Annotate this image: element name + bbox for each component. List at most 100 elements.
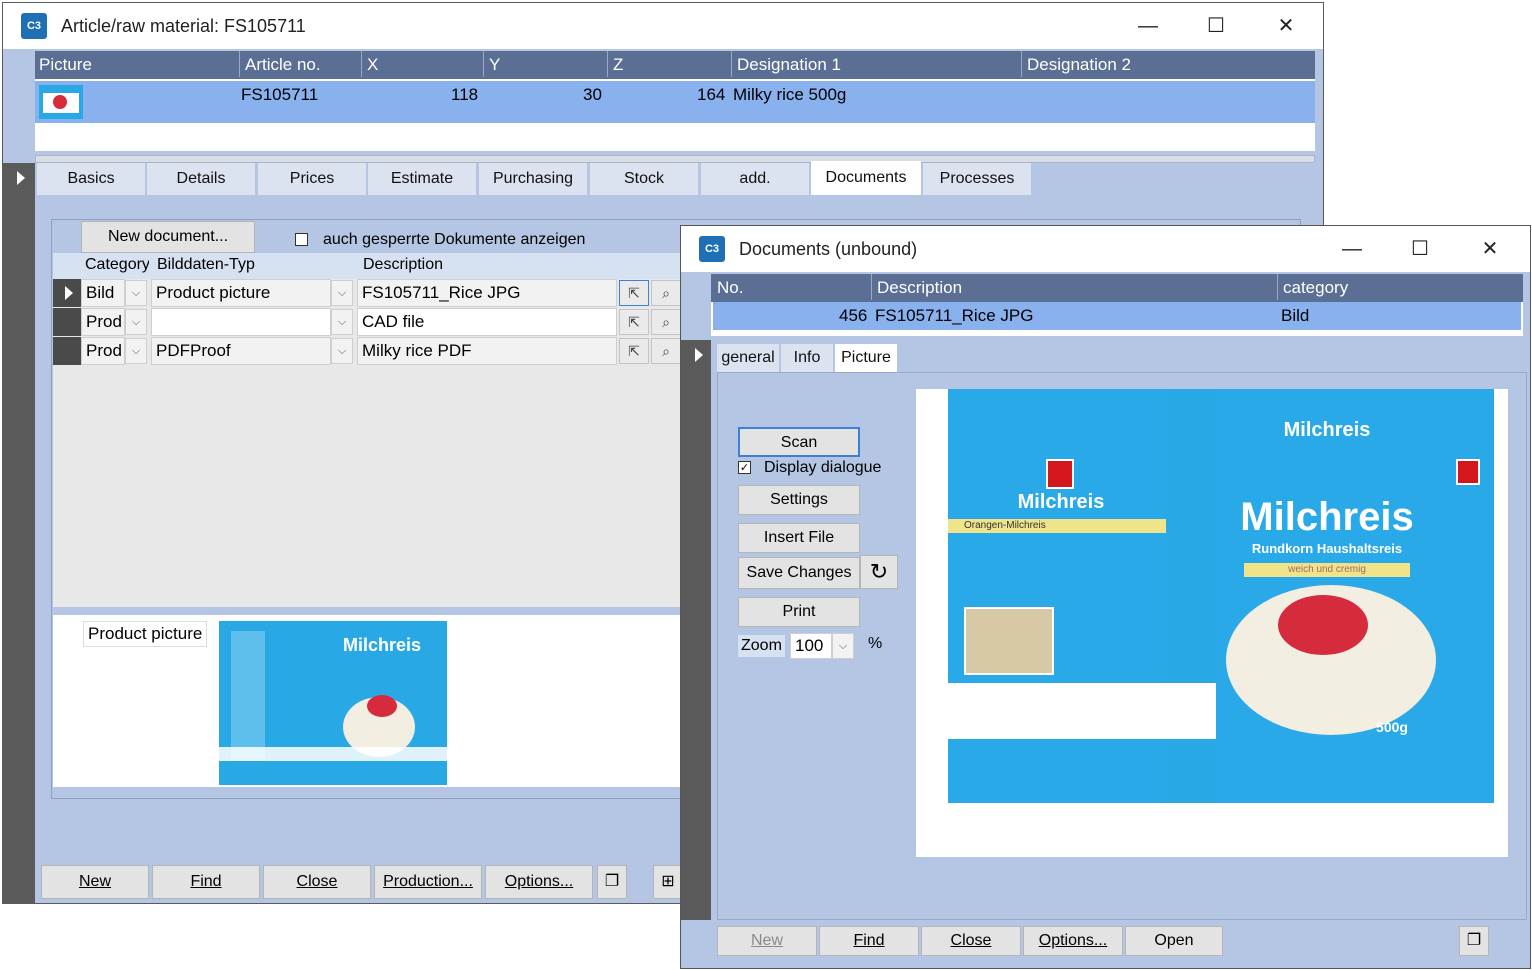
col-header-picture[interactable]: Picture: [39, 55, 92, 75]
col-header-category[interactable]: Category: [85, 256, 149, 274]
tab-picture[interactable]: Picture: [835, 344, 897, 372]
category-cell: Bild: [1281, 306, 1310, 325]
z-cell: 164: [697, 85, 726, 104]
row-selector[interactable]: [53, 308, 81, 336]
category-select[interactable]: Prod: [81, 308, 125, 336]
tab-estimate[interactable]: Estimate: [368, 163, 476, 195]
print-button[interactable]: Print: [738, 597, 860, 627]
front-brand-title: Milchreis: [1240, 495, 1414, 539]
options-button[interactable]: Options...: [1023, 926, 1123, 956]
options-button[interactable]: Options...: [485, 865, 593, 899]
minimize-icon[interactable]: —: [1337, 234, 1367, 264]
tab-general[interactable]: general: [717, 344, 779, 372]
tab-prices[interactable]: Prices: [258, 163, 366, 195]
close-button[interactable]: Close: [921, 926, 1021, 956]
tab-add-languages[interactable]: add. languages: [701, 163, 809, 219]
front-tagline: weich und cremig: [1244, 563, 1410, 577]
tab-basics[interactable]: Basics: [37, 163, 145, 195]
new-button[interactable]: New: [41, 865, 149, 899]
chevron-down-icon[interactable]: ⌵: [125, 280, 147, 306]
chevron-down-icon[interactable]: ⌵: [331, 309, 353, 335]
documents-list: No. Description category 456 FS105711_Ri…: [711, 274, 1523, 336]
documents-footer: New Find Close Options... Open ❐: [717, 924, 1529, 964]
percent-label: %: [868, 635, 883, 652]
col-header-z[interactable]: Z: [613, 55, 623, 75]
scan-button[interactable]: Scan: [738, 427, 860, 457]
chevron-down-icon[interactable]: ⌵: [832, 633, 854, 659]
search-icon[interactable]: ⌕: [651, 309, 681, 335]
documents-window: C3 Documents (unbound) — ☐ ✕ No. Descrip…: [680, 225, 1531, 969]
search-icon[interactable]: ⌕: [651, 280, 681, 306]
document-tabs: general Info Picture: [717, 344, 1017, 374]
open-button[interactable]: Open: [1125, 926, 1223, 956]
show-locked-checkbox[interactable]: [295, 233, 308, 246]
new-document-button[interactable]: New document...: [81, 221, 255, 253]
tab-purchasing[interactable]: Purchasing: [479, 163, 587, 195]
chevron-down-icon[interactable]: ⌵: [331, 280, 353, 306]
add-page-icon[interactable]: ⊞: [653, 865, 683, 899]
col-header-x[interactable]: X: [367, 55, 378, 75]
close-button[interactable]: Close: [263, 865, 371, 899]
col-header-article-no[interactable]: Article no.: [245, 55, 321, 75]
article-no-cell: FS105711: [241, 85, 319, 104]
row-selector[interactable]: [53, 279, 81, 307]
open-file-icon[interactable]: ⇱: [619, 280, 649, 306]
maximize-icon[interactable]: ☐: [1201, 11, 1231, 41]
description-field[interactable]: Milky rice PDF: [357, 337, 617, 365]
col-header-category[interactable]: category: [1283, 278, 1348, 298]
col-header-designation-1[interactable]: Designation 1: [737, 55, 841, 75]
picture-panel: Scan ✓ Display dialogue Settings Insert …: [717, 372, 1527, 920]
search-icon[interactable]: ⌕: [651, 338, 681, 364]
tab-info[interactable]: Info: [781, 344, 833, 372]
type-select[interactable]: PDFProof: [151, 337, 331, 365]
tab-processes[interactable]: Processes: [923, 163, 1031, 195]
maximize-icon[interactable]: ☐: [1405, 234, 1435, 264]
record-selector: [681, 340, 711, 920]
description-field[interactable]: FS105711_Rice JPG: [357, 279, 617, 307]
open-file-icon[interactable]: ⇱: [619, 338, 649, 364]
tab-stock[interactable]: Stock: [590, 163, 698, 195]
article-row-selected[interactable]: FS105711 118 30 164 Milky rice 500g: [35, 81, 1315, 123]
new-button[interactable]: New: [717, 926, 817, 956]
col-header-description[interactable]: Description: [877, 278, 962, 298]
col-header-bilddaten-typ[interactable]: Bilddaten-Typ: [157, 256, 255, 274]
document-row-selected[interactable]: 456 FS105711_Rice JPG Bild: [713, 302, 1521, 330]
documents-list-header: No. Description category: [711, 274, 1523, 302]
find-button-label: Find: [853, 932, 885, 949]
minimize-icon[interactable]: —: [1133, 11, 1163, 41]
production-button[interactable]: Production...: [374, 865, 482, 899]
thumb-brand-title: Milchreis: [342, 635, 422, 655]
settings-button[interactable]: Settings: [738, 485, 860, 515]
save-changes-button[interactable]: Save Changes: [738, 557, 860, 589]
close-icon[interactable]: ✕: [1475, 234, 1505, 264]
zoom-input[interactable]: 100: [790, 633, 832, 659]
display-dialogue-checkbox[interactable]: ✓: [738, 461, 751, 474]
row-selector[interactable]: [53, 337, 81, 365]
copy-icon[interactable]: ❐: [1459, 926, 1489, 956]
type-select[interactable]: [151, 308, 331, 336]
close-icon[interactable]: ✕: [1271, 11, 1301, 41]
window-title: Documents (unbound): [739, 239, 918, 259]
col-header-y[interactable]: Y: [489, 55, 500, 75]
refresh-icon[interactable]: ↻: [860, 555, 898, 589]
find-button[interactable]: Find: [819, 926, 919, 956]
open-file-icon[interactable]: ⇱: [619, 309, 649, 335]
copy-icon[interactable]: ❐: [597, 865, 627, 899]
description-field[interactable]: CAD file: [357, 308, 617, 336]
chevron-down-icon[interactable]: ⌵: [125, 309, 147, 335]
article-grid-scrollbar[interactable]: [35, 155, 1315, 163]
side-brand-title: Milchreis: [1017, 491, 1105, 513]
chevron-down-icon[interactable]: ⌵: [125, 338, 147, 364]
category-select[interactable]: Bild: [81, 279, 125, 307]
chevron-down-icon[interactable]: ⌵: [331, 338, 353, 364]
insert-file-button[interactable]: Insert File: [738, 523, 860, 553]
type-select[interactable]: Product picture: [151, 279, 331, 307]
col-header-description[interactable]: Description: [363, 256, 443, 274]
find-button[interactable]: Find: [152, 865, 260, 899]
documents-window-titlebar: C3 Documents (unbound) — ☐ ✕: [681, 226, 1530, 272]
tab-documents[interactable]: Documents: [811, 161, 921, 195]
category-select[interactable]: Prod: [81, 337, 125, 365]
tab-details[interactable]: Details: [147, 163, 255, 195]
col-header-designation-2[interactable]: Designation 2: [1027, 55, 1131, 75]
col-header-no[interactable]: No.: [717, 278, 743, 298]
